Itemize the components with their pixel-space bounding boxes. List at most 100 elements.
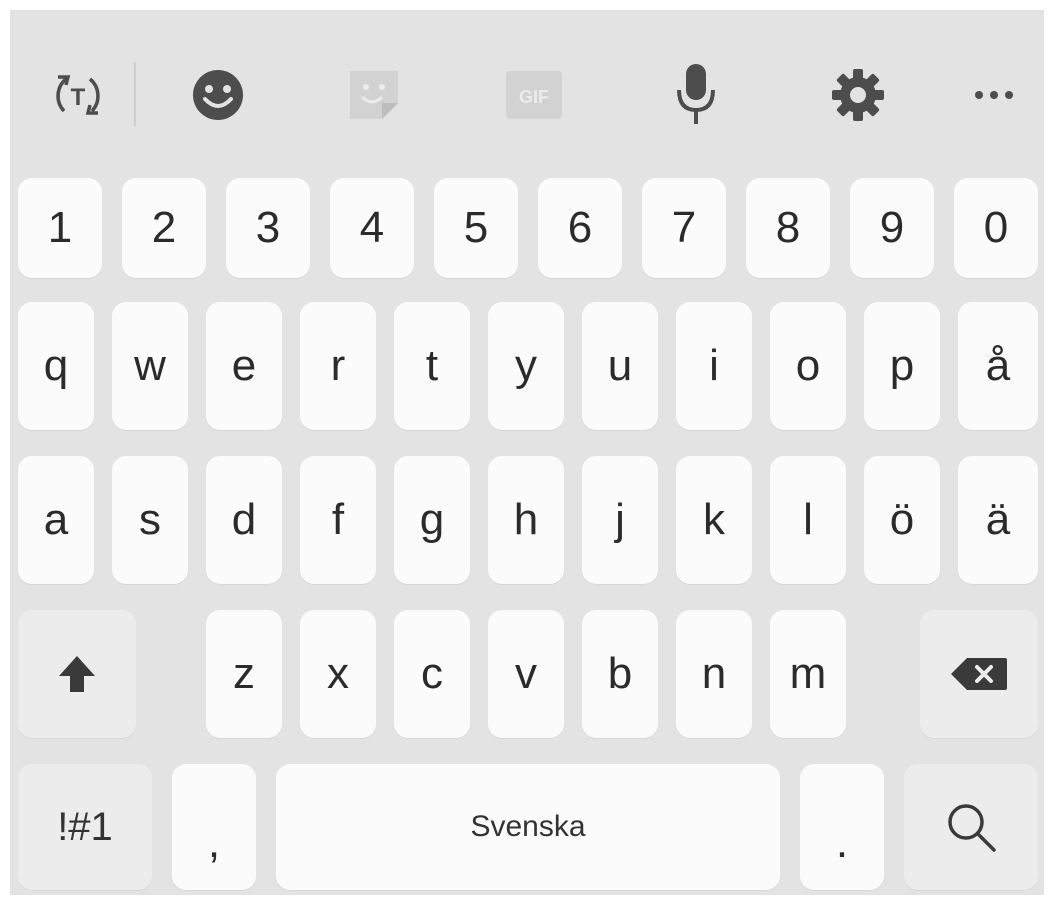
key-s[interactable]: s bbox=[112, 456, 188, 584]
key-v[interactable]: v bbox=[488, 610, 564, 738]
key-6[interactable]: 6 bbox=[538, 178, 622, 278]
key-label: 0 bbox=[983, 203, 1009, 252]
key-label: 2 bbox=[151, 203, 177, 252]
key-7[interactable]: 7 bbox=[642, 178, 726, 278]
key-label: m bbox=[789, 649, 827, 698]
key-y[interactable]: y bbox=[488, 302, 564, 430]
symbols-key-label: !#1 bbox=[57, 804, 113, 849]
key-label: d bbox=[231, 495, 257, 544]
key-label: 4 bbox=[359, 203, 385, 252]
key-1[interactable]: 1 bbox=[18, 178, 102, 278]
key-a[interactable]: a bbox=[18, 456, 94, 584]
backspace-icon bbox=[951, 658, 1007, 690]
key-l[interactable]: l bbox=[770, 456, 846, 584]
key-a-umlaut[interactable]: ä bbox=[958, 456, 1038, 584]
key-0[interactable]: 0 bbox=[954, 178, 1038, 278]
key-label: o bbox=[795, 341, 821, 390]
key-label: 7 bbox=[671, 203, 697, 252]
key-label: v bbox=[515, 649, 537, 698]
key-f[interactable]: f bbox=[300, 456, 376, 584]
key-label: x bbox=[327, 649, 349, 698]
svg-text:T: T bbox=[71, 84, 86, 111]
space-key[interactable]: Svenska bbox=[276, 764, 780, 890]
gif-label: GIF bbox=[519, 87, 549, 107]
key-8[interactable]: 8 bbox=[746, 178, 830, 278]
backspace-key[interactable] bbox=[920, 610, 1038, 738]
key-label: å bbox=[985, 341, 1011, 390]
key-label: e bbox=[231, 341, 257, 390]
search-icon bbox=[948, 804, 996, 852]
key-t[interactable]: t bbox=[394, 302, 470, 430]
key-5[interactable]: 5 bbox=[434, 178, 518, 278]
key-c[interactable]: c bbox=[394, 610, 470, 738]
key-b[interactable]: b bbox=[582, 610, 658, 738]
key-label: n bbox=[701, 649, 727, 698]
key-z[interactable]: z bbox=[206, 610, 282, 738]
key-label: a bbox=[43, 495, 69, 544]
period-key[interactable]: . bbox=[800, 764, 884, 890]
toolbar-divider bbox=[134, 62, 136, 126]
key-label: 3 bbox=[255, 203, 281, 252]
key-m[interactable]: m bbox=[770, 610, 846, 738]
gif-icon[interactable]: GIF bbox=[494, 55, 574, 135]
key-label: 1 bbox=[47, 203, 73, 252]
key-label: 9 bbox=[879, 203, 905, 252]
key-label: 5 bbox=[463, 203, 489, 252]
period-key-label: . bbox=[835, 818, 849, 867]
key-d[interactable]: d bbox=[206, 456, 282, 584]
microphone-icon[interactable] bbox=[656, 55, 736, 135]
key-label: l bbox=[803, 495, 813, 544]
key-label: c bbox=[421, 649, 443, 698]
key-w[interactable]: w bbox=[112, 302, 188, 430]
key-j[interactable]: j bbox=[582, 456, 658, 584]
key-4[interactable]: 4 bbox=[330, 178, 414, 278]
settings-gear-icon[interactable] bbox=[818, 55, 898, 135]
key-label: r bbox=[330, 341, 346, 390]
comma-key-label: , bbox=[207, 818, 221, 867]
key-p[interactable]: p bbox=[864, 302, 940, 430]
translate-icon[interactable]: T bbox=[38, 55, 118, 135]
key-label: t bbox=[425, 341, 439, 390]
key-g[interactable]: g bbox=[394, 456, 470, 584]
key-label: q bbox=[43, 341, 69, 390]
key-label: p bbox=[889, 341, 915, 390]
key-u[interactable]: u bbox=[582, 302, 658, 430]
key-a-ring[interactable]: å bbox=[958, 302, 1038, 430]
shift-arrow-icon bbox=[59, 656, 95, 692]
key-2[interactable]: 2 bbox=[122, 178, 206, 278]
key-label: j bbox=[615, 495, 625, 544]
search-key[interactable] bbox=[904, 764, 1038, 890]
keyboard-toolbar: T GIF bbox=[10, 40, 1044, 150]
key-label: 8 bbox=[775, 203, 801, 252]
emoji-icon[interactable] bbox=[178, 55, 258, 135]
symbols-key[interactable]: !#1 bbox=[18, 764, 152, 890]
space-key-language-label: Svenska bbox=[470, 810, 586, 843]
key-label: s bbox=[139, 495, 161, 544]
key-label: f bbox=[331, 495, 345, 544]
comma-key[interactable]: , bbox=[172, 764, 256, 890]
key-label: k bbox=[703, 495, 725, 544]
key-k[interactable]: k bbox=[676, 456, 752, 584]
key-3[interactable]: 3 bbox=[226, 178, 310, 278]
keyboard: T GIF 1 2 3 4 5 6 7 8 9 0 q w e r t y u … bbox=[0, 0, 1054, 897]
key-label: h bbox=[513, 495, 539, 544]
key-label: y bbox=[515, 341, 537, 390]
key-o[interactable]: o bbox=[770, 302, 846, 430]
key-x[interactable]: x bbox=[300, 610, 376, 738]
key-label: 6 bbox=[567, 203, 593, 252]
sticker-icon[interactable] bbox=[334, 55, 414, 135]
shift-key[interactable] bbox=[18, 610, 136, 738]
key-e[interactable]: e bbox=[206, 302, 282, 430]
key-label: z bbox=[233, 649, 255, 698]
key-h[interactable]: h bbox=[488, 456, 564, 584]
key-o-umlaut[interactable]: ö bbox=[864, 456, 940, 584]
key-9[interactable]: 9 bbox=[850, 178, 934, 278]
key-label: u bbox=[607, 341, 633, 390]
key-q[interactable]: q bbox=[18, 302, 94, 430]
key-label: i bbox=[709, 341, 719, 390]
key-label: g bbox=[419, 495, 445, 544]
key-n[interactable]: n bbox=[676, 610, 752, 738]
key-r[interactable]: r bbox=[300, 302, 376, 430]
more-options-icon[interactable] bbox=[954, 55, 1034, 135]
key-i[interactable]: i bbox=[676, 302, 752, 430]
